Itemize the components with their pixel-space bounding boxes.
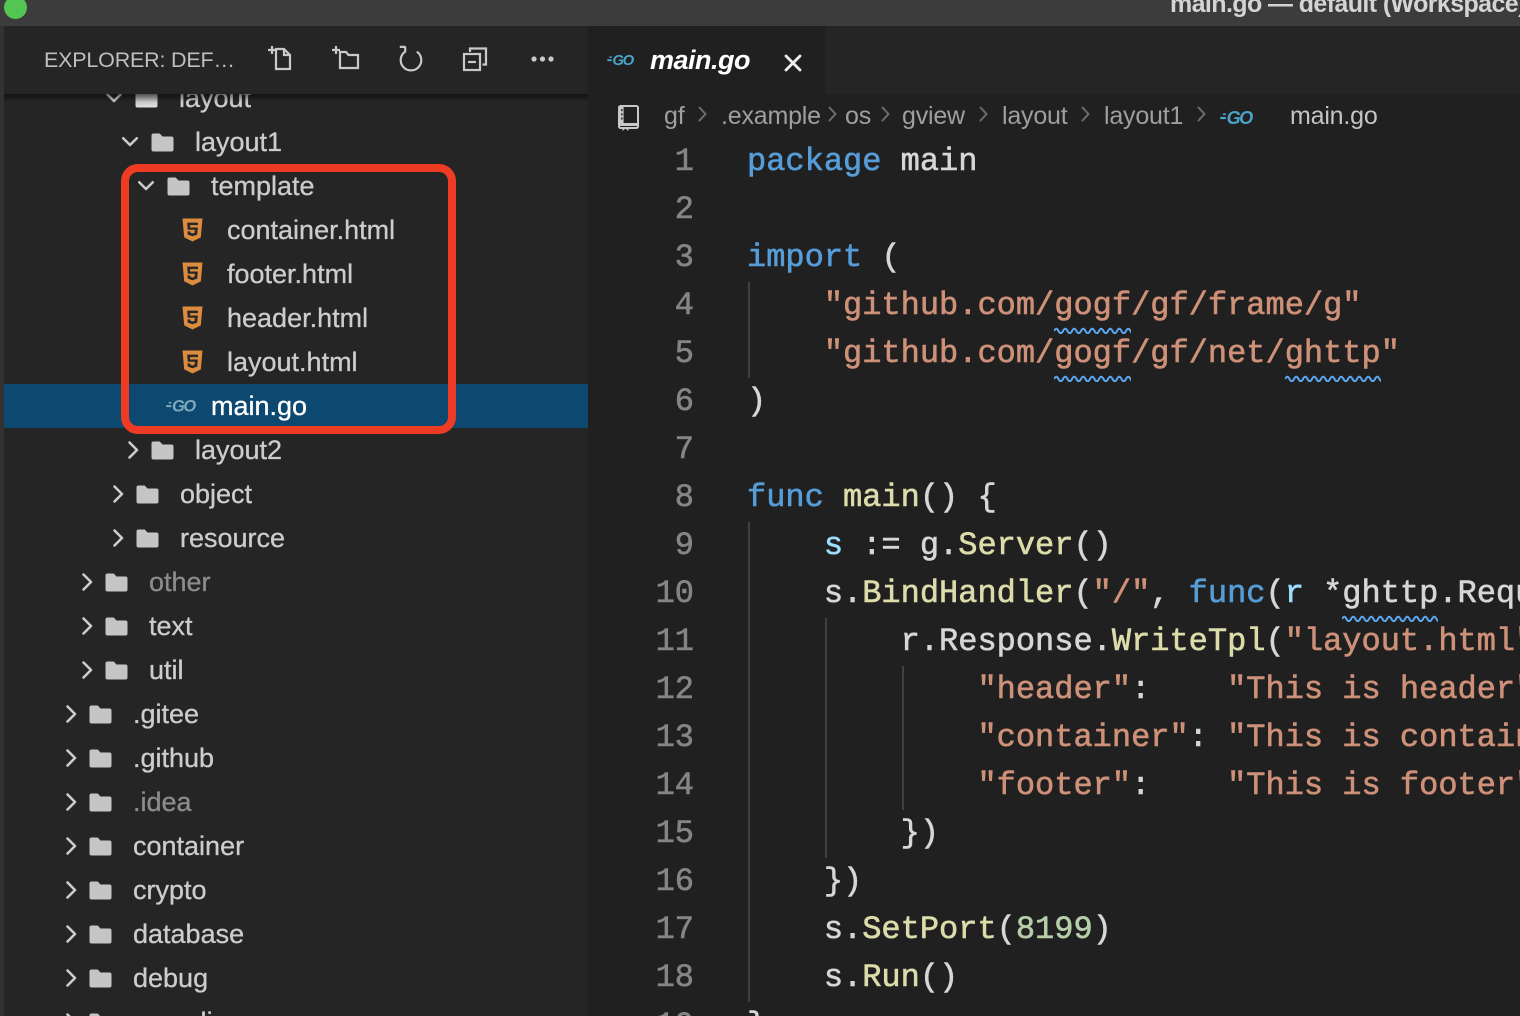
svg-text:GO: GO	[1227, 108, 1253, 128]
svg-text:GO: GO	[612, 53, 634, 68]
